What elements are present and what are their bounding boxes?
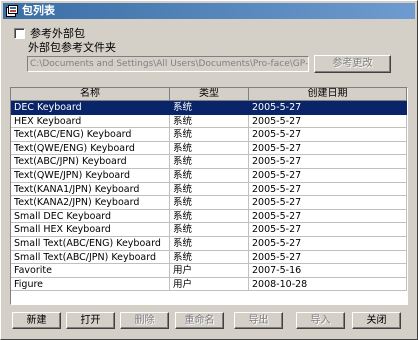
cell-type: 系统 [170,128,249,142]
column-header-type[interactable]: 类型 [170,88,249,101]
cell-date: 2005-5-27 [249,155,407,169]
title-bar[interactable]: 包列表 [3,3,415,19]
cell-type: 系统 [170,169,249,183]
external-folder-label: 外部包参考文件夹 [28,41,116,54]
table-row[interactable]: Text(QWE/ENG) Keyboard 系统 2005-5-27 [11,141,407,156]
cell-date: 2005-5-27 [249,182,407,197]
cell-type: 系统 [170,101,249,115]
cell-name: HEX Keyboard [11,114,170,129]
cell-name: Small DEC Keyboard [11,209,170,224]
cell-name: Favorite [11,264,170,278]
cell-date: 2008-10-28 [249,277,407,292]
cell-type: 用户 [170,264,249,278]
cell-date: 2005-5-27 [249,141,407,156]
cell-name: Figure [11,277,170,292]
cell-date: 2007-5-16 [249,264,407,278]
package-list-window: 包列表 参考外部包 外部包参考文件夹 C:\Documents and Sett… [0,0,418,340]
cell-type: 系统 [170,196,249,210]
cell-type: 系统 [170,141,249,156]
external-folder-path-field[interactable]: C:\Documents and Settings\All Users\Docu… [27,56,309,72]
cell-name: Text(QWE/JPN) Keyboard [11,169,170,183]
table-row[interactable]: Text(ABC/ENG) Keyboard 系统 2005-5-27 [11,128,407,142]
table-row[interactable]: Small DEC Keyboard 系统 2005-5-27 [11,209,407,224]
table-row[interactable]: Small HEX Keyboard 系统 2005-5-27 [11,223,407,237]
cell-date: 2005-5-27 [249,114,407,129]
cell-date: 2005-5-27 [249,237,407,251]
table-row[interactable]: Text(KANA1/JPN) Keyboard 系统 2005-5-27 [11,182,407,197]
package-table[interactable]: 名称 类型 创建日期 DEC Keyboard 系统 2005-5-27 HEX… [10,87,408,305]
cell-type: 系统 [170,223,249,237]
table-row[interactable]: Text(KANA2/JPN) Keyboard 系统 2005-5-27 [11,196,407,210]
window-title: 包列表 [22,4,55,17]
cell-name: Text(ABC/JPN) Keyboard [11,155,170,169]
rename-button[interactable]: 重命名 [175,312,224,329]
cell-type: 系统 [170,209,249,224]
cell-type: 系统 [170,182,249,197]
open-button[interactable]: 打开 [66,312,115,329]
table-row[interactable]: Small Text(ABC/ENG) Keyboard 系统 2005-5-2… [11,237,407,251]
cell-date: 2005-5-27 [249,250,407,265]
cell-type: 系统 [170,114,249,129]
table-row[interactable]: Favorite 用户 2007-5-16 [11,264,407,278]
table-header: 名称 类型 创建日期 [11,88,407,101]
column-header-created-date[interactable]: 创建日期 [249,88,407,101]
change-reference-button[interactable]: 参考更改 [314,55,391,73]
column-header-name[interactable]: 名称 [11,88,170,101]
reference-external-label[interactable]: 参考外部包 [30,28,85,40]
cell-date: 2005-5-27 [249,196,407,210]
cell-date: 2005-5-27 [249,209,407,224]
cell-date: 2005-5-27 [249,128,407,142]
cell-name: Small HEX Keyboard [11,223,170,237]
table-row[interactable]: Text(ABC/JPN) Keyboard 系统 2005-5-27 [11,155,407,169]
cell-name: DEC Keyboard [11,101,170,115]
cell-date: 2005-5-27 [249,223,407,237]
cell-type: 用户 [170,277,249,292]
close-button[interactable]: 关闭 [352,312,401,329]
cell-type: 系统 [170,155,249,169]
cell-type: 系统 [170,237,249,251]
cell-name: Text(KANA2/JPN) Keyboard [11,196,170,210]
cell-name: Small Text(ABC/JPN) Keyboard [11,250,170,265]
cell-date: 2005-5-27 [249,169,407,183]
delete-button[interactable]: 删除 [120,312,169,329]
table-row[interactable]: HEX Keyboard 系统 2005-5-27 [11,114,407,129]
cell-type: 系统 [170,250,249,265]
table-row[interactable]: DEC Keyboard 系统 2005-5-27 [11,101,407,115]
table-row[interactable]: Figure 用户 2008-10-28 [11,277,407,292]
cell-name: Small Text(ABC/ENG) Keyboard [11,237,170,251]
cell-name: Text(ABC/ENG) Keyboard [11,128,170,142]
new-button[interactable]: 新建 [12,312,61,329]
cell-date: 2005-5-27 [249,101,407,115]
cell-name: Text(QWE/ENG) Keyboard [11,141,170,156]
reference-external-checkbox[interactable] [14,28,25,39]
table-row[interactable]: Text(QWE/JPN) Keyboard 系统 2005-5-27 [11,169,407,183]
table-row[interactable]: Small Text(ABC/JPN) Keyboard 系统 2005-5-2… [11,250,407,265]
package-list-icon [6,5,18,17]
export-button[interactable]: 导出 [234,312,283,329]
cell-name: Text(KANA1/JPN) Keyboard [11,182,170,197]
import-button[interactable]: 导入 [296,312,345,329]
